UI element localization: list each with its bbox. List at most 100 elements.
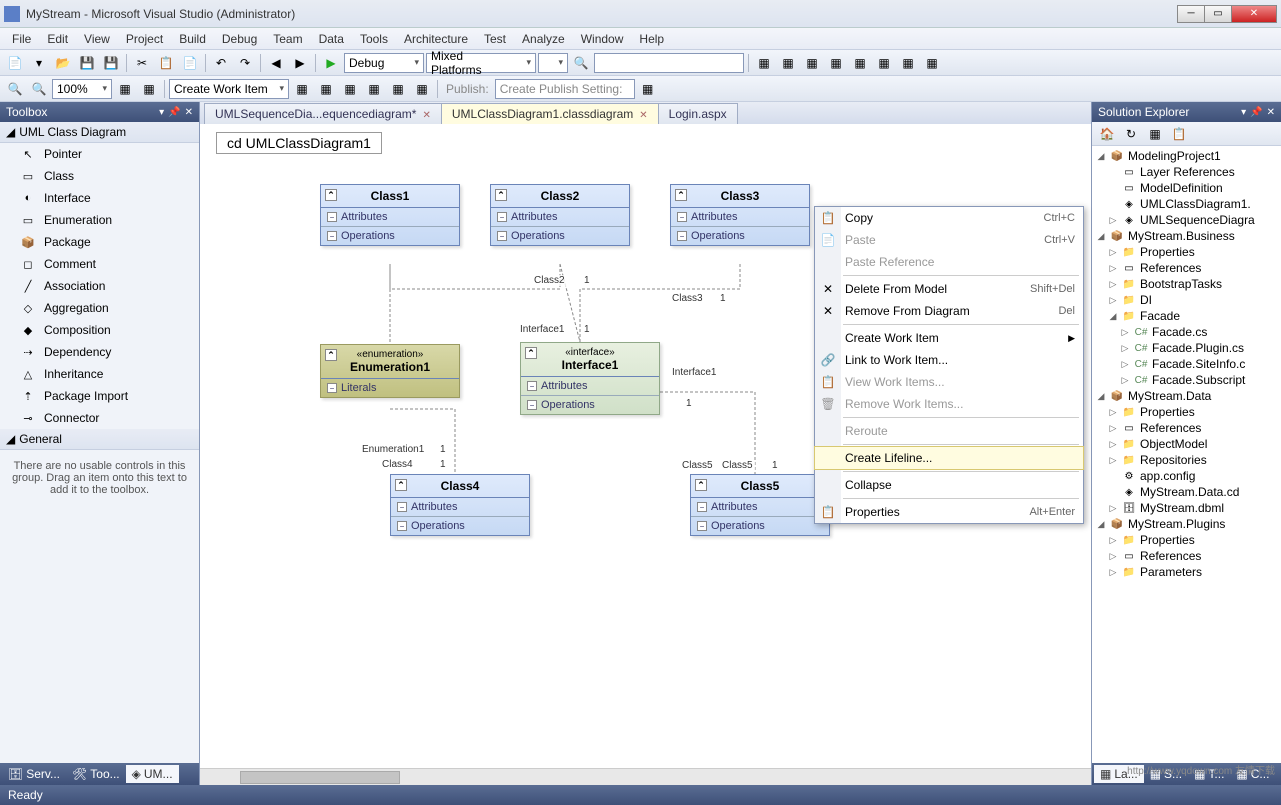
wi-btn-2[interactable]: ▦ [315,78,337,100]
target-select[interactable] [538,53,568,73]
platform-select[interactable]: Mixed Platforms [426,53,536,73]
sol-home-button[interactable]: 🏠 [1096,123,1118,145]
tool-btn-4[interactable]: ▦ [825,52,847,74]
menu-build[interactable]: Build [171,30,214,48]
wi-btn-5[interactable]: ▦ [387,78,409,100]
toolbox-item-package[interactable]: 📦Package [0,231,199,253]
tree-item[interactable]: ▷◈UMLSequenceDiagra [1094,212,1279,228]
toolbox-item-aggregation[interactable]: ◇Aggregation [0,297,199,319]
find-input[interactable] [594,53,744,73]
uml-class-class2[interactable]: ⌃Class2−Attributes−Operations [490,184,630,246]
document-tab[interactable]: UMLClassDiagram1.classdiagram✕ [441,103,659,124]
work-item-select[interactable]: Create Work Item [169,79,289,99]
wi-btn-1[interactable]: ▦ [291,78,313,100]
sol-close-icon[interactable]: ✕ [1267,107,1275,118]
toolbox-item-package-import[interactable]: ⇡Package Import [0,385,199,407]
toolbox-tab[interactable]: ◈UM... [126,765,179,783]
toolbox-item-interface[interactable]: ◐Interface [0,187,199,209]
ctx-create-work-item[interactable]: Create Work Item▶ [815,327,1083,349]
document-tab[interactable]: Login.aspx [658,103,738,124]
toolbox-item-composition[interactable]: ◆Composition [0,319,199,341]
zoom-fit-button[interactable]: 🔍 [4,78,26,100]
menu-architecture[interactable]: Architecture [396,30,476,48]
wi-btn-6[interactable]: ▦ [411,78,433,100]
publish-input[interactable]: Create Publish Setting: [495,79,635,99]
cut-button[interactable]: ✂ [131,52,153,74]
grid-button[interactable]: ▦ [114,78,136,100]
tree-item[interactable]: ▷📁DI [1094,292,1279,308]
uml-class-class5[interactable]: ⌃Class5−Attributes−Operations [690,474,830,536]
save-all-button[interactable]: 💾 [100,52,122,74]
minimize-button[interactable]: ─ [1177,5,1205,23]
save-button[interactable]: 💾 [76,52,98,74]
open-button[interactable]: 📂 [52,52,74,74]
menu-team[interactable]: Team [265,30,310,48]
menu-view[interactable]: View [76,30,118,48]
toolbox-tab[interactable]: 🗄Serv... [2,765,66,783]
uml-class-class4[interactable]: ⌃Class4−Attributes−Operations [390,474,530,536]
tool-btn-7[interactable]: ▦ [897,52,919,74]
redo-button[interactable]: ↷ [234,52,256,74]
toolbox-item-pointer[interactable]: ↖Pointer [0,143,199,165]
tree-item[interactable]: ▷C#Facade.SiteInfo.c [1094,356,1279,372]
zoom-select[interactable]: 100% [52,79,112,99]
ctx-remove-from-diagram[interactable]: ✕Remove From DiagramDel [815,300,1083,322]
menu-edit[interactable]: Edit [39,30,76,48]
nav-back-button[interactable]: ◀ [265,52,287,74]
maximize-button[interactable]: ▭ [1204,5,1232,23]
tree-item[interactable]: ▷📁ObjectModel [1094,436,1279,452]
uml-class-class1[interactable]: ⌃Class1−Attributes−Operations [320,184,460,246]
toolbox-item-connector[interactable]: ⊸Connector [0,407,199,429]
sol-refresh-button[interactable]: ↻ [1120,123,1142,145]
tool-btn-1[interactable]: ▦ [753,52,775,74]
tree-item[interactable]: ▷📁Properties [1094,532,1279,548]
config-select[interactable]: Debug [344,53,424,73]
menu-debug[interactable]: Debug [214,30,265,48]
tree-item[interactable]: ◢📦MyStream.Plugins [1094,516,1279,532]
toolbox-tab[interactable]: 🛠Too... [66,765,126,783]
wi-btn-3[interactable]: ▦ [339,78,361,100]
sol-dropdown-icon[interactable]: ▾ [1241,107,1246,118]
tree-item[interactable]: ▷C#Facade.Plugin.cs [1094,340,1279,356]
document-tab[interactable]: UMLSequenceDia...equencediagram*✕ [204,103,442,124]
tool-btn-6[interactable]: ▦ [873,52,895,74]
tree-item[interactable]: ▷C#Facade.Subscript [1094,372,1279,388]
undo-button[interactable]: ↶ [210,52,232,74]
menu-test[interactable]: Test [476,30,514,48]
tree-item[interactable]: ▷▭References [1094,420,1279,436]
sol-pin-icon[interactable]: 📌 [1250,107,1262,118]
tree-item[interactable]: ▷📁Parameters [1094,564,1279,580]
tree-item[interactable]: ◈UMLClassDiagram1. [1094,196,1279,212]
publish-btn[interactable]: ▦ [637,78,659,100]
toolbox-dropdown-icon[interactable]: ▾ [159,107,164,118]
toolbox-group[interactable]: ◢General [0,429,199,450]
copy-button[interactable]: 📋 [155,52,177,74]
tool-btn-5[interactable]: ▦ [849,52,871,74]
tree-item[interactable]: ▭Layer References [1094,164,1279,180]
ctx-delete-from-model[interactable]: ✕Delete From ModelShift+Del [815,278,1083,300]
toolbox-item-dependency[interactable]: ⇢Dependency [0,341,199,363]
menu-file[interactable]: File [4,30,39,48]
ctx-properties[interactable]: 📋PropertiesAlt+Enter [815,501,1083,523]
menu-tools[interactable]: Tools [352,30,396,48]
toolbox-item-enumeration[interactable]: ▭Enumeration [0,209,199,231]
horizontal-scrollbar[interactable] [200,768,1091,785]
paste-button[interactable]: 📄 [179,52,201,74]
tree-item[interactable]: ▷🗄MyStream.dbml [1094,500,1279,516]
ctx-link-to-work-item-[interactable]: 🔗Link to Work Item... [815,349,1083,371]
sol-show-all-button[interactable]: ▦ [1144,123,1166,145]
menu-project[interactable]: Project [118,30,171,48]
tree-item[interactable]: ▷📁Repositories [1094,452,1279,468]
tree-item[interactable]: ▷C#Facade.cs [1094,324,1279,340]
tree-item[interactable]: ◈MyStream.Data.cd [1094,484,1279,500]
tree-item[interactable]: ▷📁Properties [1094,244,1279,260]
menu-analyze[interactable]: Analyze [514,30,573,48]
uml-class-enum1[interactable]: ⌃«enumeration»Enumeration1−Literals [320,344,460,398]
toolbox-item-comment[interactable]: ◻Comment [0,253,199,275]
pin-icon[interactable]: 📌 [168,107,180,118]
tool-btn-2[interactable]: ▦ [777,52,799,74]
find-button[interactable]: 🔍 [570,52,592,74]
tree-item[interactable]: ⚙app.config [1094,468,1279,484]
start-button[interactable]: ▶ [320,52,342,74]
ctx-create-lifeline-[interactable]: Create Lifeline... [814,446,1084,470]
